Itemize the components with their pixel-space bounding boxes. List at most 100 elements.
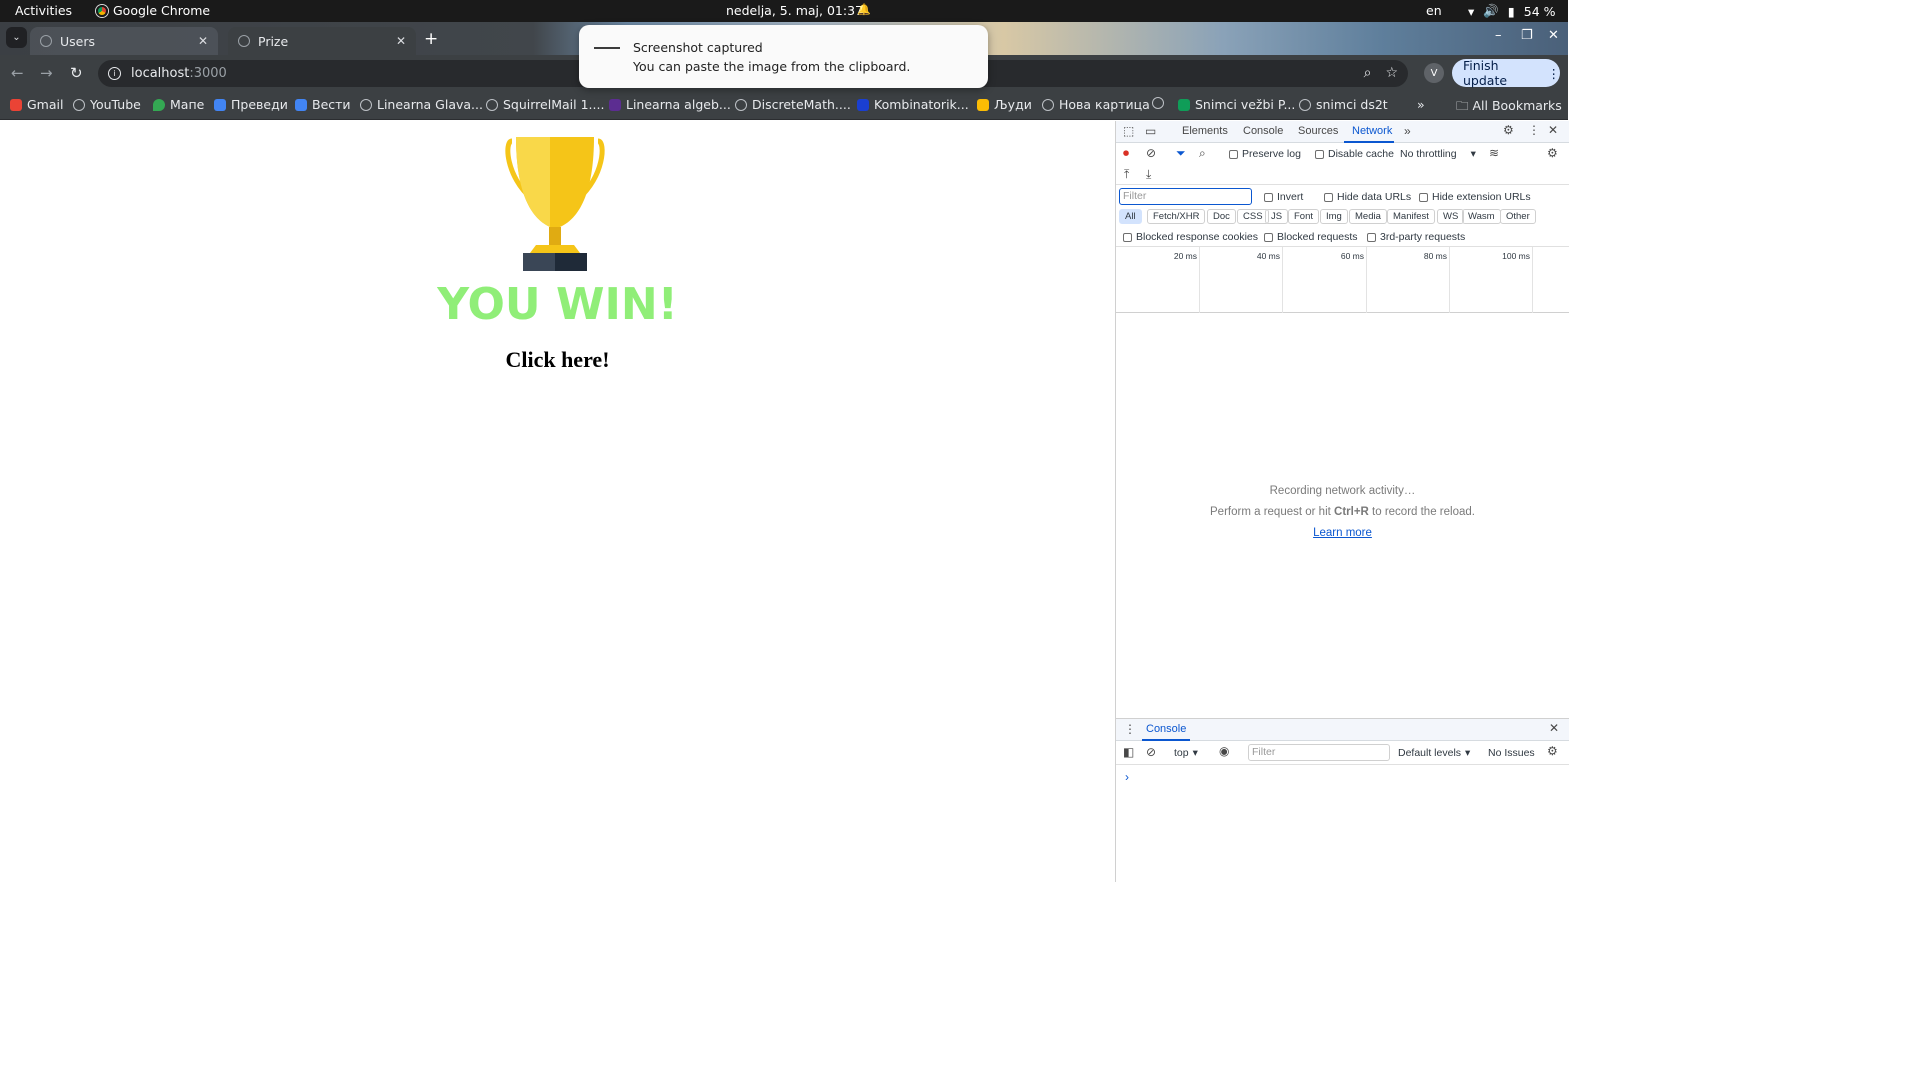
drawer-menu-icon[interactable]: ⋮ xyxy=(1124,722,1136,736)
bookmark-gmail[interactable]: Gmail xyxy=(10,97,63,112)
reload-icon[interactable]: ↻ xyxy=(70,64,83,82)
type-filter-js[interactable]: JS xyxy=(1265,209,1289,224)
maximize-icon[interactable]: ❐ xyxy=(1521,28,1533,43)
click-here-link[interactable]: Click here! xyxy=(0,347,1115,373)
type-filter-wasm[interactable]: Wasm xyxy=(1462,209,1501,224)
close-tab-icon[interactable]: ✕ xyxy=(396,34,406,48)
tab-network[interactable]: Network xyxy=(1352,125,1392,137)
network-toolbar-secondary: ⤒ ⤓ xyxy=(1116,164,1569,185)
bookmarks-overflow-button[interactable]: » xyxy=(1417,97,1425,112)
clock[interactable]: nedelja, 5. maj, 01:37 xyxy=(726,3,863,18)
context-selector[interactable]: top ▾ xyxy=(1174,747,1198,759)
finish-update-button[interactable]: Finish update ⋮ xyxy=(1452,58,1561,88)
import-har-icon[interactable]: ⤒ xyxy=(1124,167,1129,182)
tab-console[interactable]: Console xyxy=(1243,125,1283,137)
bookmark-ljudi[interactable]: Људи xyxy=(977,97,1032,112)
disable-cache-checkbox[interactable]: Disable cache xyxy=(1315,148,1394,160)
console-settings-gear-icon[interactable]: ⚙ xyxy=(1547,744,1558,758)
close-devtools-icon[interactable]: ✕ xyxy=(1548,123,1558,137)
inspect-element-icon[interactable]: ⬚ xyxy=(1123,124,1134,138)
type-filter-ws[interactable]: WS xyxy=(1437,209,1465,224)
forward-icon[interactable]: → xyxy=(40,64,53,82)
preserve-log-checkbox[interactable]: Preserve log xyxy=(1229,148,1301,160)
invert-checkbox[interactable]: Invert xyxy=(1264,191,1303,203)
activities-button[interactable]: Activities xyxy=(15,3,72,18)
site-info-icon[interactable]: i xyxy=(108,67,121,80)
globe-icon xyxy=(1152,97,1164,109)
system-tray[interactable]: ▾ 🔊 ▮ 54 % xyxy=(1468,3,1556,19)
blocked-response-cookies-checkbox[interactable]: Blocked response cookies xyxy=(1123,231,1258,243)
type-filter-other[interactable]: Other xyxy=(1500,209,1536,224)
third-party-requests-checkbox[interactable]: 3rd-party requests xyxy=(1367,231,1465,243)
bookmark-maps[interactable]: Мапе xyxy=(153,97,204,112)
throttling-select[interactable]: No throttling ▾ xyxy=(1400,148,1476,160)
sidebar-toggle-icon[interactable]: ◧ xyxy=(1123,745,1134,759)
blocked-requests-checkbox[interactable]: Blocked requests xyxy=(1264,231,1358,243)
bookmark-unnamed[interactable] xyxy=(1152,97,1169,109)
device-toolbar-icon[interactable]: ▭ xyxy=(1145,124,1156,138)
bookmark-star-icon[interactable]: ☆ xyxy=(1385,65,1398,81)
bookmark-news[interactable]: Вести xyxy=(295,97,351,112)
close-window-icon[interactable]: ✕ xyxy=(1548,28,1559,43)
type-filter-manifest[interactable]: Manifest xyxy=(1387,209,1435,224)
new-tab-button[interactable]: + xyxy=(424,29,438,49)
type-filter-fetch-xhr[interactable]: Fetch/XHR xyxy=(1147,209,1206,224)
more-menu-icon[interactable]: ⋮ xyxy=(1528,123,1540,137)
profile-avatar[interactable]: V xyxy=(1424,63,1444,83)
hide-data-urls-checkbox[interactable]: Hide data URLs xyxy=(1324,191,1411,203)
console-prompt[interactable]: › xyxy=(1125,770,1129,784)
close-drawer-icon[interactable]: ✕ xyxy=(1549,721,1559,735)
more-menu-icon: ⋮ xyxy=(1547,65,1561,81)
bookmark-translate[interactable]: Преведи xyxy=(214,97,288,112)
live-expression-eye-icon[interactable]: ◉ xyxy=(1219,744,1229,758)
all-bookmarks-button[interactable]: 🗀 All Bookmarks xyxy=(1456,97,1562,118)
tab-users[interactable]: Users ✕ xyxy=(30,27,218,55)
settings-gear-icon[interactable]: ⚙ xyxy=(1503,123,1514,137)
tab-search-button[interactable]: ⌄ xyxy=(6,27,27,48)
filter-funnel-icon[interactable]: ⏷ xyxy=(1176,146,1186,161)
search-icon[interactable]: ⌕ xyxy=(1199,146,1206,161)
app-menu[interactable]: Google Chrome xyxy=(96,3,210,18)
language-indicator[interactable]: en xyxy=(1426,3,1442,18)
back-icon[interactable]: ← xyxy=(11,64,24,82)
type-filter-doc[interactable]: Doc xyxy=(1207,209,1236,224)
screenshot-notification[interactable]: Screenshot captured You can paste the im… xyxy=(579,25,988,88)
more-tabs-icon[interactable]: » xyxy=(1404,124,1411,138)
network-overview-timeline[interactable]: 20 ms 40 ms 60 ms 80 ms 100 ms xyxy=(1116,247,1569,313)
network-settings-gear-icon[interactable]: ⚙ xyxy=(1547,146,1558,160)
type-filter-all[interactable]: All xyxy=(1119,209,1142,224)
bookmark-nova-kartica[interactable]: Нова картица xyxy=(1042,97,1150,112)
console-filter-input[interactable]: Filter xyxy=(1248,744,1390,761)
minimize-icon[interactable]: – xyxy=(1495,28,1502,43)
issues-counter[interactable]: No Issues xyxy=(1488,747,1535,759)
log-levels-select[interactable]: Default levels ▾ xyxy=(1398,747,1470,759)
system-top-bar: Activities Google Chrome nedelja, 5. maj… xyxy=(0,0,1568,22)
network-conditions-icon[interactable]: ≋ xyxy=(1489,146,1499,160)
bookmark-squirrelmail[interactable]: SquirrelMail 1.... xyxy=(486,97,604,112)
close-tab-icon[interactable]: ✕ xyxy=(198,34,208,48)
bookmark-linearna-glava[interactable]: Linearna Glava... xyxy=(360,97,483,112)
bookmark-discretemath[interactable]: DiscreteMath.... xyxy=(735,97,851,112)
clear-icon[interactable]: ⊘ xyxy=(1146,146,1156,160)
type-filter-font[interactable]: Font xyxy=(1288,209,1320,224)
network-filter-input[interactable]: Filter xyxy=(1119,188,1252,205)
bookmark-snimci-ds2t[interactable]: snimci ds2t xyxy=(1299,97,1388,112)
export-har-icon[interactable]: ⤓ xyxy=(1146,167,1151,182)
bookmark-youtube[interactable]: YouTube xyxy=(73,97,141,112)
win-heading: YOU WIN! xyxy=(437,279,678,330)
type-filter-img[interactable]: Img xyxy=(1320,209,1348,224)
zoom-icon[interactable]: ⌕ xyxy=(1364,65,1372,81)
type-filter-media[interactable]: Media xyxy=(1349,209,1387,224)
type-filter-css[interactable]: CSS xyxy=(1237,209,1269,224)
hide-extension-urls-checkbox[interactable]: Hide extension URLs xyxy=(1419,191,1531,203)
bookmark-snimci-vezbi[interactable]: Snimci vežbi P... xyxy=(1178,97,1295,112)
clear-console-icon[interactable]: ⊘ xyxy=(1146,745,1156,759)
tab-elements[interactable]: Elements xyxy=(1182,125,1228,137)
tab-sources[interactable]: Sources xyxy=(1298,125,1338,137)
drawer-tab-console[interactable]: Console xyxy=(1146,723,1186,735)
bookmark-linearna-algeb[interactable]: Linearna algeb... xyxy=(609,97,731,112)
tab-prize[interactable]: Prize ✕ xyxy=(228,27,416,55)
record-stop-icon[interactable]: ⏺ xyxy=(1123,146,1129,161)
bookmark-kombinatorik[interactable]: Kombinatorik... xyxy=(857,97,969,112)
learn-more-link[interactable]: Learn more xyxy=(1116,527,1569,539)
